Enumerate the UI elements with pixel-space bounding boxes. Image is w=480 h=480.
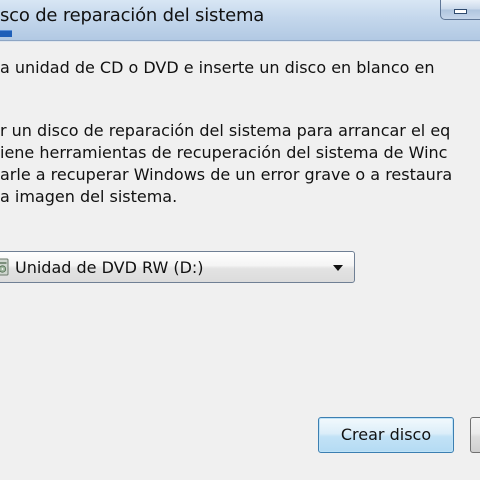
title-bar[interactable]: sco de reparación del sistema (0, 0, 480, 41)
drive-dropdown[interactable]: Unidad de DVD RW (D:) (0, 251, 355, 283)
dropdown-selected-value: Unidad de DVD RW (D:) (15, 258, 204, 277)
description-line: a imagen del sistema. (0, 187, 178, 206)
optical-drive-icon (0, 258, 9, 276)
description-line: arle a recuperar Windows de un error gra… (0, 165, 453, 184)
repair-disc-dialog: sco de reparación del sistema a unidad d… (0, 0, 480, 480)
description-line: iene herramientas de recuperación del si… (0, 143, 448, 162)
dialog-content: a unidad de CD o DVD e inserte un disco … (0, 41, 480, 480)
window-title: sco de reparación del sistema (0, 5, 265, 26)
instruction-text: a unidad de CD o DVD e inserte un disco … (0, 58, 435, 77)
minimize-icon (454, 9, 467, 14)
chevron-down-icon[interactable] (333, 265, 343, 271)
window-icon (0, 30, 12, 37)
description-line: r un disco de reparación del sistema par… (0, 121, 451, 140)
description-text: r un disco de reparación del sistema par… (0, 120, 452, 208)
cancel-button[interactable] (470, 417, 480, 453)
create-disc-button[interactable]: Crear disco (318, 417, 454, 453)
minimize-button[interactable] (440, 0, 480, 20)
